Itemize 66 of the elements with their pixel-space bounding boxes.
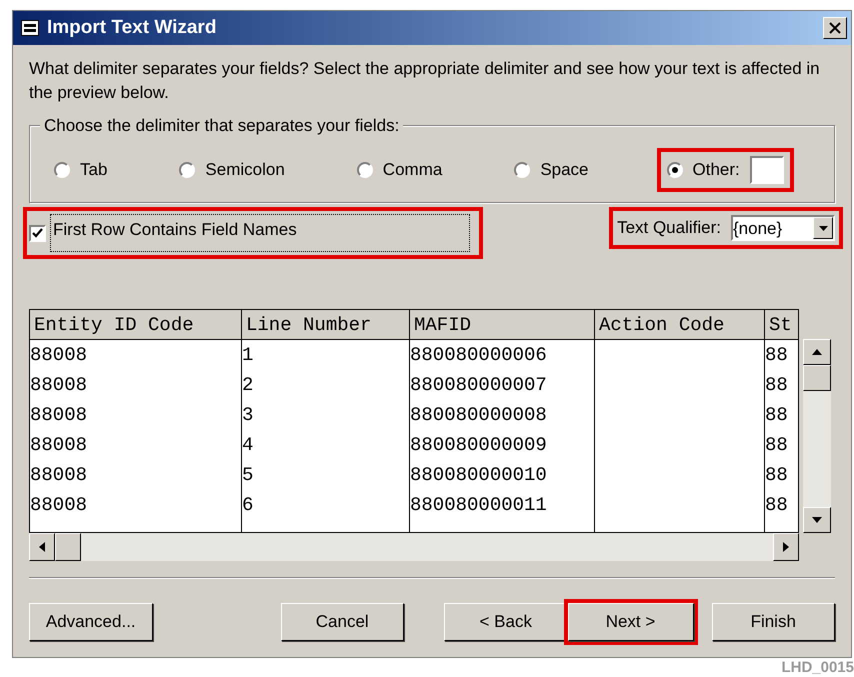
radio-button[interactable]: [514, 162, 530, 178]
table-cell-text: 88: [765, 343, 789, 368]
table-cell-text: 5: [242, 463, 254, 488]
radio-label: Other:: [692, 159, 740, 182]
radio-button[interactable]: [179, 162, 196, 178]
table-cell-text: 88008: [30, 463, 88, 488]
scroll-left-button[interactable]: [29, 533, 55, 561]
qualifier-dropdown[interactable]: {none}: [731, 215, 835, 241]
left-arrow-icon: [39, 542, 45, 552]
table-cell-text: 880080000006: [410, 343, 548, 368]
table-cell-text: 88: [765, 493, 789, 518]
table-cell-text: 88: [765, 373, 789, 398]
table-cell-text: 3: [242, 403, 254, 428]
table-cell-text: 88008: [30, 343, 88, 368]
window-icon: [21, 20, 39, 36]
right-arrow-icon: [783, 542, 789, 552]
wizard-button[interactable]: Next >: [568, 603, 694, 641]
qualifier-label: Text Qualifier:: [617, 217, 721, 240]
down-arrow-icon: [812, 517, 822, 523]
checkbox[interactable]: [29, 224, 46, 242]
scroll-down-button[interactable]: [803, 507, 831, 533]
radio-label: Tab: [80, 159, 108, 182]
vertical-scrollbar[interactable]: [803, 339, 831, 533]
scrollbar-thumb[interactable]: [55, 533, 81, 561]
radio-button[interactable]: [356, 162, 373, 178]
wizard-button[interactable]: Finish: [712, 603, 835, 641]
figure-id: LHD_0015: [781, 660, 854, 675]
column-header: Entity ID Code: [30, 310, 242, 339]
wizard-button[interactable]: Cancel: [280, 603, 404, 641]
table-cell-text: 88: [765, 403, 789, 428]
horizontal-scrollbar[interactable]: [29, 533, 799, 561]
scrollbar-thumb[interactable]: [803, 365, 831, 391]
column-header: MAFID: [410, 310, 595, 339]
table-cell-text: 880080000009: [410, 433, 548, 458]
table-cell-text: 4: [242, 433, 254, 458]
table-cell-text: 88008: [30, 433, 88, 458]
table-cell-text: 880080000011: [410, 493, 548, 518]
radio-label: Space: [540, 159, 589, 182]
radio-label: Semicolon: [205, 159, 285, 182]
column-header: St: [765, 310, 798, 339]
checkbox-label: First Row Contains Field Names: [50, 214, 470, 252]
radio-button[interactable]: [666, 162, 683, 178]
up-arrow-icon: [812, 349, 822, 355]
column-header: Action Code: [595, 310, 765, 339]
table-cell-text: 880080000008: [410, 403, 548, 428]
other-delimiter-field[interactable]: [750, 156, 784, 184]
table-cell-text: 2: [242, 373, 254, 398]
table-cell-text: 880080000007: [410, 373, 548, 398]
table-cell-text: 880080000010: [410, 463, 548, 488]
table-cell-text: 88008: [30, 373, 88, 398]
radio-label: Comma: [382, 159, 442, 182]
close-icon: [829, 22, 841, 34]
scroll-up-button[interactable]: [803, 339, 831, 365]
wizard-button[interactable]: Advanced...: [29, 603, 152, 641]
column-header: Line Number: [242, 310, 410, 339]
close-button[interactable]: [823, 17, 847, 39]
table-cell-text: 88: [765, 463, 789, 488]
table-cell-text: 6: [242, 493, 254, 518]
table-cell-text: 88008: [30, 403, 88, 428]
table-cell-text: 88: [765, 433, 789, 458]
table-cell-text: 88008: [30, 493, 88, 518]
instructions-text: What delimiter separates your fields? Select the appropriate delimiter and see how your text is affected in the preview below.: [29, 58, 821, 104]
scroll-right-button[interactable]: [773, 533, 799, 561]
radio-button[interactable]: [54, 162, 70, 178]
table-cell-text: 1: [242, 343, 254, 368]
window-title: Import Text Wizard: [47, 16, 216, 40]
